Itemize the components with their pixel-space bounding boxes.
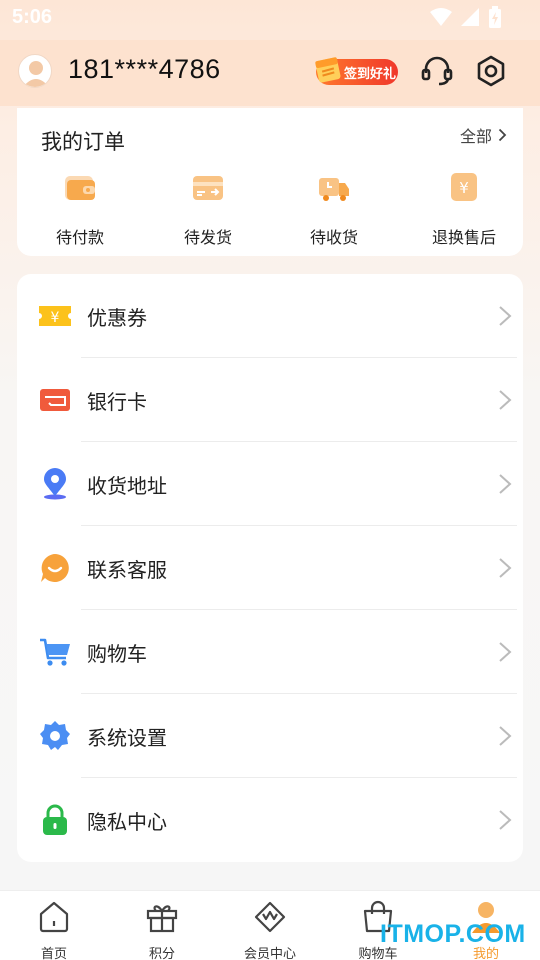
- chevron-right-icon: [499, 810, 512, 830]
- shopping-cart-icon: [40, 638, 70, 666]
- menu-item-address[interactable]: 收货地址: [17, 442, 523, 526]
- chevron-right-icon: [498, 128, 507, 142]
- order-item-label: 待收货: [309, 228, 358, 247]
- tab-label: 积分: [148, 947, 175, 960]
- orders-all-label: 全部: [459, 127, 492, 146]
- crown-icon: [254, 901, 286, 933]
- chat-bubble-icon: [41, 554, 69, 582]
- svg-text:¥: ¥: [51, 310, 60, 326]
- gift-icon: [146, 905, 178, 933]
- order-after-sales[interactable]: ¥ 退换售后: [409, 170, 519, 248]
- avatar[interactable]: [18, 54, 52, 88]
- chevron-right-icon: [499, 558, 512, 578]
- calendar-icon: [315, 57, 341, 83]
- location-pin-icon: [44, 468, 66, 500]
- menu-item-customer-service[interactable]: 联系客服: [17, 526, 523, 610]
- menu-item-label: 优惠券: [87, 306, 147, 330]
- bank-card-icon: [40, 389, 70, 411]
- menu-item-label: 隐私中心: [87, 810, 167, 834]
- menu-item-coupon[interactable]: ¥ 优惠券: [17, 274, 523, 358]
- wallet-icon: [65, 176, 95, 200]
- home-icon: [39, 901, 69, 933]
- status-icons: [430, 6, 502, 28]
- menu-card: ¥ 优惠券 银行卡 收货地址 联系客服 购物车 系统设置 隐私中心: [17, 274, 523, 862]
- watermark: ITMOP.COM: [380, 920, 526, 948]
- tab-label: 会员中心: [243, 947, 296, 960]
- orders-all-link[interactable]: 全部: [460, 123, 507, 147]
- customer-service-icon[interactable]: [420, 54, 454, 88]
- menu-item-cart[interactable]: 购物车: [17, 610, 523, 694]
- menu-item-system-settings[interactable]: 系统设置: [17, 694, 523, 778]
- tab-points[interactable]: 积分: [108, 891, 216, 960]
- svg-text:¥: ¥: [459, 179, 469, 197]
- user-phone: 181****4786: [68, 54, 221, 84]
- order-item-label: 待付款: [55, 228, 104, 247]
- menu-item-bank-card[interactable]: 银行卡: [17, 358, 523, 442]
- chevron-right-icon: [499, 642, 512, 662]
- status-time: 5:06: [12, 6, 53, 28]
- coupon-icon: ¥: [39, 306, 71, 326]
- my-orders-card: 我的订单 全部 待付款 待发货 待收货 ¥ 退换售后: [17, 108, 523, 256]
- wifi-icon: [430, 8, 452, 26]
- order-pending-payment[interactable]: 待付款: [25, 170, 135, 248]
- tab-member-center[interactable]: 会员中心: [216, 891, 324, 960]
- menu-item-privacy[interactable]: 隐私中心: [17, 778, 523, 862]
- menu-item-label: 银行卡: [87, 390, 147, 414]
- refund-icon: ¥: [451, 173, 477, 201]
- order-item-label: 待发货: [183, 228, 232, 247]
- menu-item-label: 购物车: [87, 642, 147, 666]
- signin-label: 签到好礼: [344, 67, 397, 82]
- status-bar: 5:06: [0, 0, 540, 38]
- order-item-label: 退换售后: [431, 228, 496, 247]
- profile-header: 181****4786 签到好礼: [0, 40, 540, 106]
- settings-icon[interactable]: [474, 54, 508, 88]
- card-ship-icon: [193, 176, 223, 200]
- tab-home[interactable]: 首页: [0, 891, 108, 960]
- chevron-right-icon: [499, 390, 512, 410]
- menu-item-label: 联系客服: [87, 558, 167, 582]
- order-pending-shipment[interactable]: 待发货: [153, 170, 263, 248]
- menu-item-label: 收货地址: [87, 474, 167, 498]
- lock-icon: [43, 804, 67, 835]
- avatar-person-icon: [23, 61, 49, 87]
- settings-gear-icon: [40, 721, 70, 750]
- chevron-right-icon: [499, 474, 512, 494]
- signin-gift-button[interactable]: 签到好礼: [315, 57, 398, 85]
- chevron-right-icon: [499, 306, 512, 326]
- orders-title: 我的订单: [41, 130, 125, 154]
- cell-signal-icon: [461, 8, 479, 26]
- chevron-right-icon: [499, 726, 512, 746]
- menu-item-label: 系统设置: [87, 726, 167, 750]
- battery-icon: [489, 6, 501, 28]
- order-pending-receipt[interactable]: 待收货: [279, 170, 389, 248]
- truck-icon: [319, 178, 349, 201]
- tab-label: 首页: [40, 947, 67, 960]
